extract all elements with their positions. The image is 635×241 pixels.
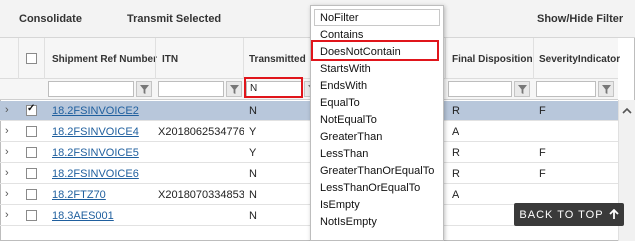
menu-item-lessthan[interactable]: LessThan <box>320 148 368 160</box>
final-disposition-filter-input[interactable] <box>448 81 512 97</box>
row-checkbox[interactable] <box>26 168 37 179</box>
menu-item-contains[interactable]: Contains <box>320 29 363 41</box>
filter-operator-menu: NoFilter Contains DoesNotContain StartsW… <box>310 5 444 241</box>
column-header-severity[interactable]: SeverityIndicator <box>539 54 620 65</box>
menu-item-nofilter[interactable]: NoFilter <box>320 12 359 24</box>
final-disposition-filter-button[interactable] <box>514 81 530 97</box>
column-header-shipment-ref[interactable]: Shipment Ref Number <box>52 54 157 65</box>
table-row[interactable]: › 18.2FTZ70 X2018070334853 N A <box>0 185 618 205</box>
itn-filter-input[interactable] <box>158 81 224 97</box>
shipment-ref-link[interactable]: 18.2FTZ70 <box>52 189 106 201</box>
severity-filter-input[interactable] <box>536 81 596 97</box>
table-row[interactable]: › 18.2FSINVOICE5 Y R F <box>0 143 618 163</box>
shipment-ref-link[interactable]: 18.2FSINVOICE2 <box>52 105 139 117</box>
filter-funnel-icon <box>517 84 527 94</box>
row-checkbox[interactable] <box>26 147 37 158</box>
menu-item-doesnotcontain[interactable]: DoesNotContain <box>320 46 401 58</box>
menu-item-equalto[interactable]: EqualTo <box>320 97 360 109</box>
transmitted-cell: N <box>249 105 257 117</box>
itn-cell: X2018062534776 <box>158 126 244 138</box>
severity-cell: F <box>539 168 546 180</box>
severity-cell: F <box>539 105 546 117</box>
shipment-ref-link[interactable]: 18.3AES001 <box>52 210 114 222</box>
arrow-up-icon <box>608 209 619 219</box>
back-to-top-button[interactable]: BACK TO TOP <box>514 203 624 226</box>
final-disposition-cell: A <box>452 189 460 201</box>
final-disposition-cell: A <box>452 126 460 138</box>
row-checkbox[interactable] <box>26 103 37 116</box>
menu-item-notequalto[interactable]: NotEqualTo <box>320 114 377 126</box>
row-checkbox[interactable] <box>26 210 37 221</box>
grid-header-row: Shipment Ref Number ITN Transmitted Fina… <box>0 38 620 79</box>
expand-row-icon[interactable]: › <box>5 125 9 137</box>
shipment-ref-link[interactable]: 18.2FSINVOICE6 <box>52 168 139 180</box>
expand-row-icon[interactable]: › <box>5 188 9 200</box>
final-disposition-cell: R <box>452 105 460 117</box>
severity-cell: F <box>539 147 546 159</box>
menu-item-isempty[interactable]: IsEmpty <box>320 199 360 211</box>
shipment-ref-link[interactable]: 18.2FSINVOICE5 <box>52 147 139 159</box>
shipment-ref-filter-input[interactable] <box>48 81 134 97</box>
menu-item-greaterthanorequalto[interactable]: GreaterThanOrEqualTo <box>320 165 434 177</box>
filter-funnel-icon <box>229 84 239 94</box>
itn-filter-button[interactable] <box>226 81 242 97</box>
column-header-transmitted[interactable]: Transmitted <box>249 54 306 65</box>
back-to-top-label: BACK TO TOP <box>519 208 604 221</box>
itn-cell: X2018070334853 <box>158 189 244 201</box>
grid-filter-row: N <box>0 79 618 100</box>
transmitted-cell: N <box>249 168 257 180</box>
transmitted-cell: N <box>249 210 257 222</box>
transmitted-cell: Y <box>249 147 257 159</box>
transmit-selected-button[interactable]: Transmit Selected <box>127 13 221 25</box>
row-checkbox[interactable] <box>26 189 37 200</box>
show-hide-filter-button[interactable]: Show/Hide Filter <box>537 13 623 25</box>
transmitted-cell: N <box>249 189 257 201</box>
expand-row-icon[interactable]: › <box>5 146 9 158</box>
shipment-ref-link[interactable]: 18.2FSINVOICE4 <box>52 126 139 138</box>
column-header-final-disposition[interactable]: Final Disposition <box>452 54 533 65</box>
table-row[interactable]: › 18.2FSINVOICE2 N R F <box>0 101 618 121</box>
menu-item-startswith[interactable]: StartsWith <box>320 63 371 75</box>
shipment-ref-filter-button[interactable] <box>136 81 152 97</box>
transmitted-filter-input[interactable]: N <box>246 81 302 97</box>
table-row[interactable]: › 18.2FSINVOICE4 X2018062534776 Y A <box>0 122 618 142</box>
filter-funnel-icon <box>139 84 149 94</box>
expand-row-icon[interactable]: › <box>5 167 9 179</box>
row-checkbox[interactable] <box>26 126 37 137</box>
expand-row-icon[interactable]: › <box>5 104 9 116</box>
filter-funnel-icon <box>601 84 611 94</box>
consolidate-button[interactable]: Consolidate <box>19 13 82 25</box>
menu-item-lessthanorequalto[interactable]: LessThanOrEqualTo <box>320 182 420 194</box>
select-all-checkbox[interactable] <box>26 53 37 64</box>
menu-item-notisempty[interactable]: NotIsEmpty <box>320 216 377 228</box>
severity-filter-button[interactable] <box>598 81 614 97</box>
menu-item-endswith[interactable]: EndsWith <box>320 80 367 92</box>
final-disposition-cell: R <box>452 168 460 180</box>
column-header-itn[interactable]: ITN <box>162 54 178 65</box>
scroll-up-icon[interactable] <box>622 106 632 116</box>
menu-item-greaterthan[interactable]: GreaterThan <box>320 131 382 143</box>
expand-row-icon[interactable]: › <box>5 209 9 221</box>
table-row[interactable]: › 18.2FSINVOICE6 N R F <box>0 164 618 184</box>
final-disposition-cell: R <box>452 147 460 159</box>
transmitted-cell: Y <box>249 126 257 138</box>
